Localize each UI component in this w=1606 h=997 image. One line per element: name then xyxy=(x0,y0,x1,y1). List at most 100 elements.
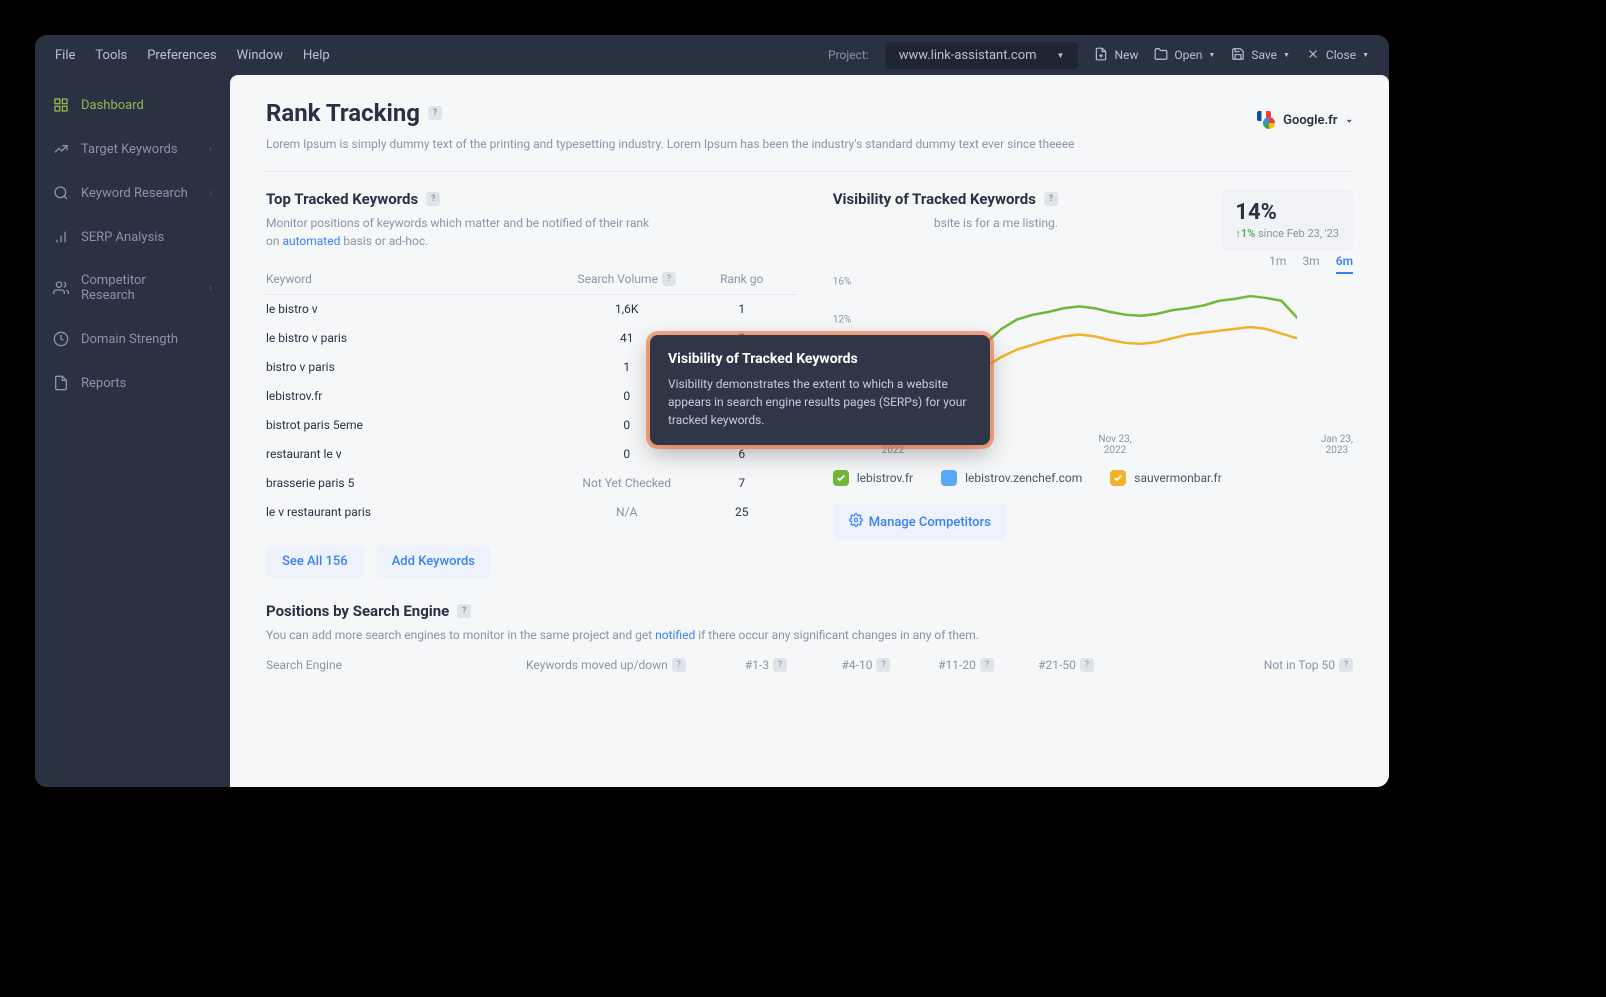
main-content: Rank Tracking ? Lorem Ipsum is simply du… xyxy=(230,75,1389,787)
keyword-cell: le bistro v xyxy=(266,302,567,316)
app-window: File Tools Preferences Window Help Proje… xyxy=(35,35,1389,787)
x-tick-label: Nov 23,2022 xyxy=(1098,434,1131,456)
chevron-down-icon: ▼ xyxy=(1057,51,1065,60)
help-icon[interactable]: ? xyxy=(980,658,994,672)
column-header-rank: Rank go xyxy=(687,272,797,286)
keyword-cell: restaurant le v xyxy=(266,447,567,461)
dashboard-icon xyxy=(53,97,69,113)
project-selector[interactable]: www.link-assistant.com ▼ xyxy=(885,42,1079,69)
section-heading: Top Tracked Keywords xyxy=(266,190,418,208)
sidebar-item-reports[interactable]: Reports xyxy=(35,361,230,405)
sidebar-item-keyword-research[interactable]: Keyword Research › xyxy=(35,171,230,215)
new-button[interactable]: New xyxy=(1094,47,1138,64)
sidebar-item-label: Keyword Research xyxy=(81,186,188,201)
help-icon[interactable]: ? xyxy=(426,192,440,206)
help-icon[interactable]: ? xyxy=(672,658,686,672)
chart-legend: lebistrov.fr lebistrov.zenchef.com sauve… xyxy=(833,470,1353,486)
see-all-button[interactable]: See All 156 xyxy=(266,545,364,578)
search-engine-selector[interactable]: Google.fr ⌄ xyxy=(1257,111,1353,129)
table-row[interactable]: le v restaurant parisN/A25 xyxy=(266,498,797,527)
keyword-cell: lebistrov.fr xyxy=(266,389,567,403)
chevron-down-icon: ⌄ xyxy=(1345,115,1353,125)
automated-link[interactable]: automated xyxy=(282,234,340,248)
legend-item: lebistrov.zenchef.com xyxy=(941,470,1082,486)
volume-cell: 1,6K xyxy=(567,302,687,316)
sidebar: Dashboard Target Keywords › Keyword Rese… xyxy=(35,75,230,787)
sidebar-item-label: Competitor Research xyxy=(81,273,197,303)
column-header-volume: Search Volume? xyxy=(567,272,687,286)
save-button[interactable]: Save ▼ xyxy=(1231,47,1290,64)
menu-tools[interactable]: Tools xyxy=(95,48,127,63)
legend-item: lebistrov.fr xyxy=(833,470,913,486)
document-icon xyxy=(53,375,69,391)
sidebar-item-label: SERP Analysis xyxy=(81,230,164,245)
sidebar-item-domain-strength[interactable]: Domain Strength xyxy=(35,317,230,361)
sidebar-item-label: Reports xyxy=(81,376,126,391)
volume-cell: 0 xyxy=(567,447,687,461)
column-header-1-3: #1-3? xyxy=(716,658,816,672)
menu-help[interactable]: Help xyxy=(303,48,330,63)
tab-6m[interactable]: 6m xyxy=(1336,254,1353,274)
sidebar-item-label: Dashboard xyxy=(81,98,144,113)
save-icon xyxy=(1231,47,1245,64)
close-icon xyxy=(1306,47,1320,64)
file-plus-icon xyxy=(1094,47,1108,64)
checkbox-checked-icon[interactable] xyxy=(1110,470,1126,486)
search-icon xyxy=(53,185,69,201)
chevron-right-icon: › xyxy=(209,188,212,199)
manage-competitors-button[interactable]: Manage Competitors xyxy=(833,504,1007,540)
column-header-4-10: #4-10? xyxy=(816,658,916,672)
menu-file[interactable]: File xyxy=(55,48,75,63)
volume-cell: Not Yet Checked xyxy=(567,476,687,490)
help-icon[interactable]: ? xyxy=(457,604,471,618)
tab-3m[interactable]: 3m xyxy=(1302,254,1319,274)
help-icon[interactable]: ? xyxy=(876,658,890,672)
rank-cell: 1 xyxy=(687,302,797,316)
tab-1m[interactable]: 1m xyxy=(1269,254,1286,274)
volume-cell: N/A xyxy=(567,505,687,519)
tooltip-title: Visibility of Tracked Keywords xyxy=(668,351,972,367)
menu-preferences[interactable]: Preferences xyxy=(147,48,216,63)
kpi-card: 14% ↑1% since Feb 23, '23 xyxy=(1221,190,1353,250)
project-value: www.link-assistant.com xyxy=(899,48,1037,63)
section-heading: Positions by Search Engine xyxy=(266,602,449,620)
column-header-not-50: Not in Top 50? xyxy=(1116,658,1353,672)
checkbox-icon[interactable] xyxy=(941,470,957,486)
close-button[interactable]: Close ▼ xyxy=(1306,47,1369,64)
table-row[interactable]: le bistro v1,6K1 xyxy=(266,295,797,324)
keyword-cell: bistro v paris xyxy=(266,360,567,374)
section-description: Monitor positions of keywords which matt… xyxy=(266,214,797,250)
rank-cell: 7 xyxy=(687,476,797,490)
sidebar-item-serp-analysis[interactable]: SERP Analysis xyxy=(35,215,230,259)
tooltip-body: Visibility demonstrates the extent to wh… xyxy=(668,375,972,429)
column-header-21-50: #21-50? xyxy=(1016,658,1116,672)
help-icon[interactable]: ? xyxy=(428,106,442,120)
keyword-cell: le v restaurant paris xyxy=(266,505,567,519)
open-button[interactable]: Open ▼ xyxy=(1154,47,1215,64)
help-icon[interactable]: ? xyxy=(1080,658,1094,672)
help-icon[interactable]: ? xyxy=(1044,192,1058,206)
sidebar-item-target-keywords[interactable]: Target Keywords › xyxy=(35,127,230,171)
visibility-tooltip: Visibility of Tracked Keywords Visibilit… xyxy=(650,335,990,445)
help-icon[interactable]: ? xyxy=(773,658,787,672)
column-header-11-20: #11-20? xyxy=(916,658,1016,672)
checkbox-checked-icon[interactable] xyxy=(833,470,849,486)
add-keywords-button[interactable]: Add Keywords xyxy=(376,545,491,578)
positions-section: Positions by Search Engine ? You can add… xyxy=(266,602,1353,672)
sidebar-item-dashboard[interactable]: Dashboard xyxy=(35,83,230,127)
keyword-cell: le bistro v paris xyxy=(266,331,567,345)
rank-cell: 6 xyxy=(687,447,797,461)
project-label: Project: xyxy=(828,48,869,62)
table-row[interactable]: brasserie paris 5Not Yet Checked7 xyxy=(266,469,797,498)
notified-link[interactable]: notified xyxy=(655,628,695,642)
positions-columns: Search Engine Keywords moved up/down? #1… xyxy=(266,658,1353,672)
column-header-search-engine: Search Engine xyxy=(266,658,526,672)
sidebar-item-competitor-research[interactable]: Competitor Research › xyxy=(35,259,230,317)
help-icon[interactable]: ? xyxy=(1339,658,1353,672)
column-header-keyword: Keyword xyxy=(266,272,567,286)
help-icon[interactable]: ? xyxy=(662,272,676,286)
menu-window[interactable]: Window xyxy=(237,48,283,63)
bar-chart-icon xyxy=(53,229,69,245)
menubar: File Tools Preferences Window Help Proje… xyxy=(35,35,1389,75)
legend-item: sauvermonbar.fr xyxy=(1110,470,1222,486)
